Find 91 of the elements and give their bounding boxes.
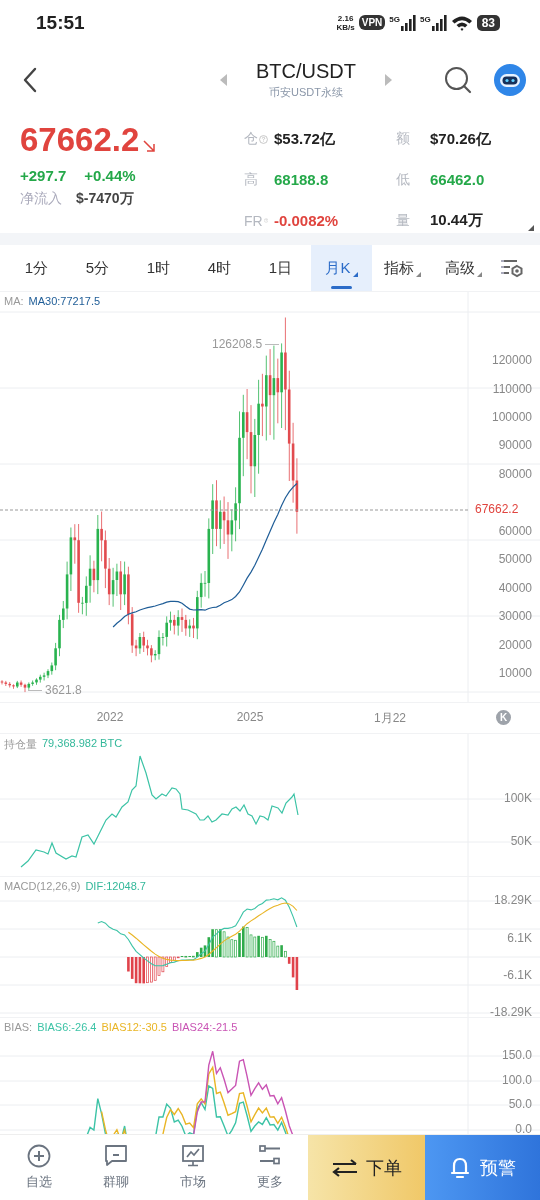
signal-icon bbox=[399, 14, 416, 31]
add-circle-icon bbox=[26, 1144, 51, 1168]
swap-arrows-icon bbox=[331, 1158, 358, 1177]
axis-label: 2022 bbox=[96, 710, 124, 724]
percent-change: +0.44% bbox=[84, 167, 136, 184]
interval-tab[interactable]: 1时 bbox=[128, 245, 189, 291]
market-subtitle: 币安USDT永续 bbox=[269, 85, 343, 100]
axis-label: 6.1K bbox=[506, 931, 532, 945]
axis-label: 60000 bbox=[497, 524, 532, 538]
axis-label: 100K bbox=[502, 791, 532, 805]
stat-label: 量 bbox=[396, 211, 410, 230]
axis-label: 0.0 bbox=[514, 1122, 532, 1136]
stat-value: 66462.0 bbox=[430, 171, 485, 189]
leader-line bbox=[28, 689, 42, 691]
indicator-value: BIAS12:-30.5 bbox=[101, 1021, 167, 1033]
axis-label: 50000 bbox=[497, 552, 532, 566]
clock-time: 15:51 bbox=[36, 11, 85, 34]
interval-tab[interactable]: 指标 bbox=[372, 245, 433, 291]
stat-value: 68188.8 bbox=[274, 171, 329, 189]
stat-value: $70.26亿 bbox=[430, 129, 491, 149]
axis-label: 2025 bbox=[236, 710, 264, 724]
interval-tab[interactable]: 1分 bbox=[6, 245, 67, 291]
axis-label: 120000 bbox=[490, 353, 532, 367]
axis-label: 10000 bbox=[497, 666, 532, 680]
indicator-value: BIAS24:-21.5 bbox=[171, 1021, 238, 1033]
axis-label: 50K bbox=[509, 834, 532, 848]
back-icon[interactable] bbox=[22, 67, 38, 93]
battery-indicator: 83 bbox=[476, 14, 500, 31]
wifi-icon bbox=[450, 14, 473, 31]
stat-label: 仓 bbox=[244, 130, 258, 149]
indicator-value: 79,368.982 BTC bbox=[42, 737, 123, 751]
nav-item[interactable]: 群聊 bbox=[77, 1135, 154, 1200]
price-label: 126208.5 bbox=[212, 337, 263, 351]
interval-tab[interactable]: 4时 bbox=[189, 245, 250, 291]
signal-icon bbox=[430, 14, 447, 31]
axis-label: 1月22 bbox=[374, 710, 406, 727]
down-arrow-icon bbox=[142, 139, 157, 153]
stat-value: 10.44万 bbox=[430, 211, 483, 231]
interval-tab[interactable]: 月K bbox=[311, 245, 372, 291]
search-icon[interactable] bbox=[444, 66, 472, 94]
vpn-badge: VPN bbox=[358, 15, 386, 30]
interval-tab[interactable]: 5分 bbox=[67, 245, 128, 291]
order-button[interactable]: 下单 bbox=[308, 1135, 425, 1200]
stat-label: FR bbox=[244, 212, 263, 229]
axis-label: -18.29K bbox=[488, 1005, 532, 1017]
alert-button[interactable]: 预警 bbox=[425, 1135, 540, 1200]
price-change: +297.7 bbox=[20, 167, 67, 184]
indicator-value: DIF:12048.7 bbox=[85, 880, 146, 892]
interval-tab[interactable]: 高级 bbox=[433, 245, 494, 291]
robot-avatar-icon[interactable] bbox=[494, 64, 526, 96]
nav-item[interactable]: 更多 bbox=[231, 1135, 308, 1200]
axis-label: 150.0 bbox=[500, 1048, 532, 1062]
axis-label: 50.0 bbox=[507, 1097, 532, 1111]
axis-label: 100000 bbox=[490, 410, 532, 424]
chat-bubble-icon bbox=[103, 1144, 128, 1168]
network-speed: 2.16 KB/s bbox=[336, 13, 355, 32]
axis-label: -6.1K bbox=[502, 968, 532, 982]
corner-triangle-icon bbox=[528, 225, 534, 231]
price-label: 3621.8 bbox=[45, 683, 82, 697]
stat-value: $53.72亿 bbox=[274, 129, 335, 149]
network-type: 5G bbox=[389, 14, 400, 24]
monitor-chart-icon bbox=[180, 1144, 205, 1168]
axis-label: 80000 bbox=[497, 467, 532, 481]
axis-label: 100.0 bbox=[500, 1073, 532, 1087]
indicator-label: 持仓量 bbox=[4, 737, 37, 752]
chart-settings-icon[interactable] bbox=[500, 257, 524, 279]
axis-label: 90000 bbox=[497, 438, 532, 452]
stat-label: 高 bbox=[244, 171, 258, 189]
pair-title: BTC/USDT bbox=[256, 60, 356, 83]
indicator-value: BIAS6:-26.4 bbox=[37, 1021, 97, 1033]
interval-tab[interactable]: 1日 bbox=[250, 245, 311, 291]
indicator-label: BIAS: bbox=[4, 1021, 33, 1033]
axis-label: 40000 bbox=[497, 581, 532, 595]
network-type: 5G bbox=[419, 14, 431, 24]
bell-icon bbox=[449, 1155, 470, 1180]
indicator-value: MA30:77217.5 bbox=[28, 295, 101, 307]
axis-label: 110000 bbox=[491, 381, 532, 396]
stat-label: 净流入 bbox=[20, 190, 62, 208]
last-price: 67662.2 bbox=[20, 121, 140, 159]
leader-line bbox=[265, 343, 280, 345]
indicator-label: MA: bbox=[4, 295, 24, 307]
nav-item[interactable]: 市场 bbox=[154, 1135, 231, 1200]
axis-label: 20000 bbox=[497, 638, 532, 652]
stat-label: 额 bbox=[396, 130, 410, 149]
axis-label: 30000 bbox=[497, 609, 532, 623]
nav-item[interactable]: 自选 bbox=[0, 1135, 77, 1200]
axis-label: 18.29K bbox=[492, 893, 532, 907]
stat-label: 低 bbox=[396, 171, 410, 189]
stat-value: $-7470万 bbox=[76, 190, 134, 208]
stat-value: -0.0082% bbox=[274, 212, 339, 230]
indicator-label: MACD(12,26,9) bbox=[4, 880, 81, 892]
